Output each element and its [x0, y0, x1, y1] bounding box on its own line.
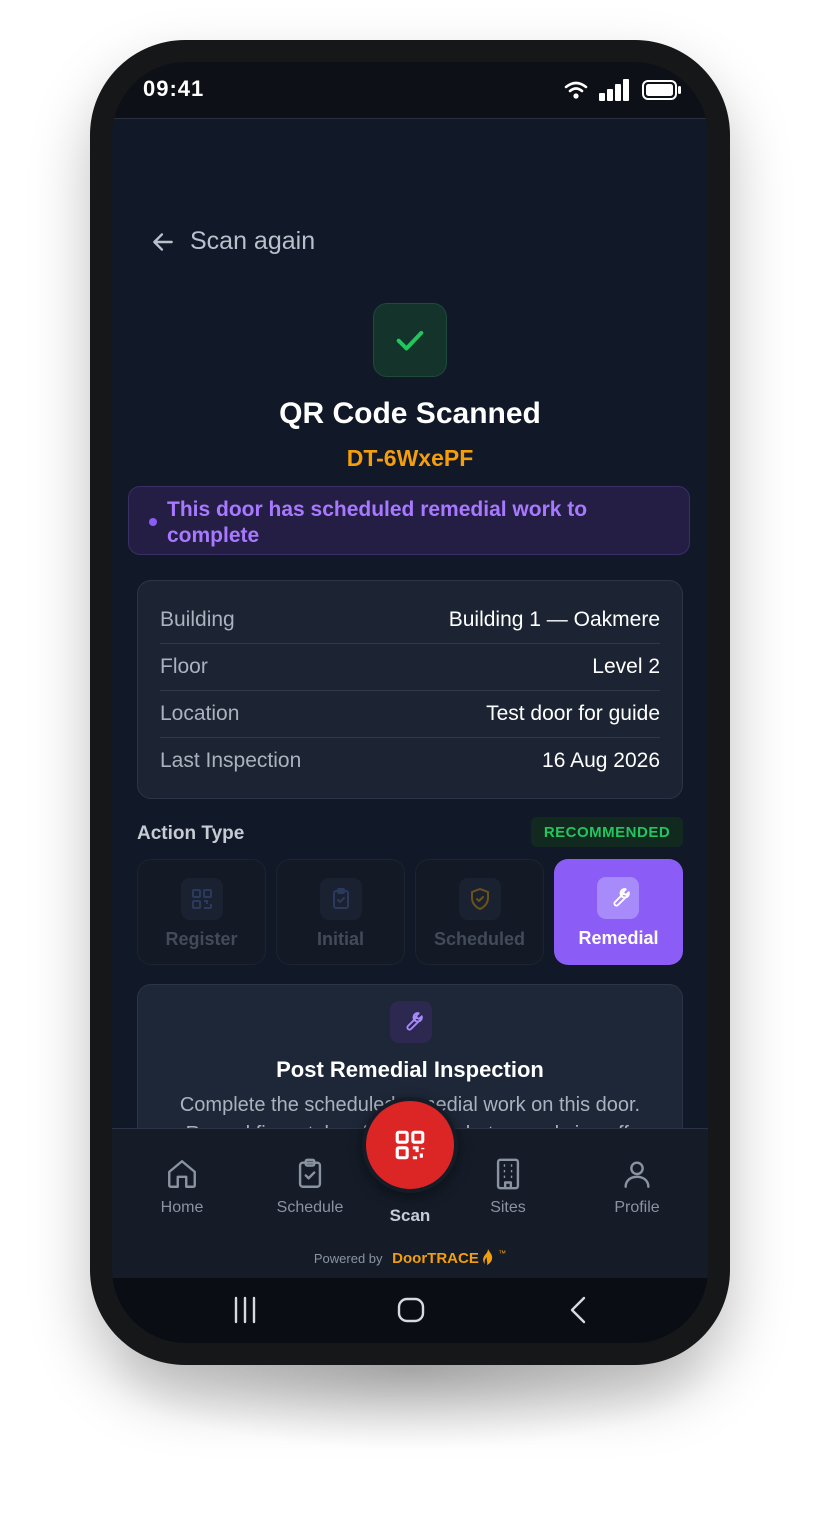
battery-icon — [642, 80, 681, 100]
clipboard-check-icon — [298, 1158, 322, 1188]
success-badge — [373, 303, 447, 377]
detail-icon-box — [390, 1001, 432, 1043]
nav-label: Home — [160, 1199, 204, 1216]
info-label: Floor — [160, 655, 208, 678]
wrench-icon — [406, 1012, 423, 1031]
nav-schedule[interactable]: Schedule — [260, 1157, 360, 1217]
phone-screen: 09:41 Scan again QR Code Scanned DT-6Wxe… — [112, 62, 708, 1343]
info-value: Level 2 — [592, 655, 660, 678]
user-icon — [624, 1161, 650, 1188]
powered-by-footer: Powered by DoorTRACE ™ — [112, 1249, 708, 1267]
tile-label: Scheduled — [433, 929, 526, 949]
back-button-icon[interactable] — [564, 1294, 594, 1326]
tile-icon-box — [459, 878, 501, 920]
info-value: 16 Aug 2026 — [542, 749, 660, 772]
qr-icon — [192, 889, 212, 909]
tile-icon-box — [597, 877, 639, 919]
info-label: Building — [160, 608, 235, 631]
info-value: Building 1 — Oakmere — [448, 608, 660, 631]
door-info-card: Building Building 1 — Oakmere Floor Leve… — [137, 580, 683, 799]
nav-label: Sites — [490, 1199, 526, 1216]
action-register[interactable]: Register — [137, 859, 266, 965]
info-row-last-inspection: Last Inspection 16 Aug 2026 — [160, 738, 660, 784]
status-icons — [564, 79, 682, 101]
wrench-icon — [613, 888, 630, 907]
arrow-left-icon — [153, 232, 173, 251]
notice-dot — [149, 518, 157, 526]
action-initial[interactable]: Initial — [276, 859, 405, 965]
scan-again-button[interactable]: Scan again — [150, 227, 315, 256]
recent-apps-icon[interactable] — [230, 1294, 260, 1326]
system-nav-bar — [112, 1278, 708, 1343]
trademark-mark: ™ — [498, 1249, 507, 1258]
scan-again-label: Scan again — [190, 227, 316, 255]
nav-home[interactable]: Home — [132, 1157, 232, 1217]
tile-label: Initial — [316, 929, 364, 949]
scan-result-content: Scan again QR Code Scanned DT-6WxePF Thi… — [112, 119, 708, 1129]
info-row-floor: Floor Level 2 — [160, 644, 660, 691]
home-button-icon[interactable] — [396, 1294, 426, 1326]
nav-label: Schedule — [276, 1199, 344, 1216]
signal-icon — [599, 79, 629, 101]
scan-label: Scan — [389, 1206, 431, 1225]
nav-profile[interactable]: Profile — [587, 1157, 687, 1217]
bottom-nav: Home Schedule Scan Sites Profile Powered… — [112, 1097, 708, 1279]
status-time: 09:41 — [143, 76, 205, 101]
tile-label: Remedial — [578, 928, 659, 948]
qr-scan-icon — [395, 1130, 425, 1160]
action-remedial[interactable]: Remedial — [554, 859, 683, 965]
detail-title: Post Remedial Inspection — [276, 1057, 544, 1082]
door-id: DT-6WxePF — [346, 445, 474, 471]
nav-sites[interactable]: Sites — [458, 1157, 558, 1217]
info-label: Last Inspection — [160, 749, 302, 772]
home-icon — [168, 1160, 196, 1188]
remedial-notice-banner: This door has scheduled remedial work to… — [128, 486, 690, 555]
action-scheduled[interactable]: Scheduled — [415, 859, 544, 965]
doortrace-logo: DoorTRACE — [392, 1250, 479, 1267]
info-value: Test door for guide — [486, 702, 660, 725]
action-type-title: Action Type — [137, 823, 245, 844]
clipboard-icon — [333, 888, 349, 909]
wifi-icon — [564, 81, 588, 99]
scan-title: QR Code Scanned — [279, 397, 541, 430]
recommended-badge: RECOMMENDED — [531, 817, 683, 847]
status-bar: 09:41 — [112, 62, 708, 119]
shield-icon — [471, 888, 489, 910]
nav-label: Profile — [614, 1199, 660, 1216]
scan-button[interactable] — [362, 1097, 458, 1193]
info-row-building: Building Building 1 — Oakmere — [160, 597, 660, 644]
tile-label: Register — [165, 929, 238, 949]
flame-icon — [483, 1249, 493, 1265]
tile-icon-box — [181, 878, 223, 920]
notice-text: This door has scheduled remedial work to… — [167, 498, 588, 547]
check-icon — [396, 330, 424, 351]
tile-icon-box — [320, 878, 362, 920]
powered-by-text: Powered by — [313, 1251, 383, 1266]
building-icon — [496, 1158, 520, 1190]
info-row-location: Location Test door for guide — [160, 691, 660, 738]
info-label: Location — [160, 702, 240, 725]
